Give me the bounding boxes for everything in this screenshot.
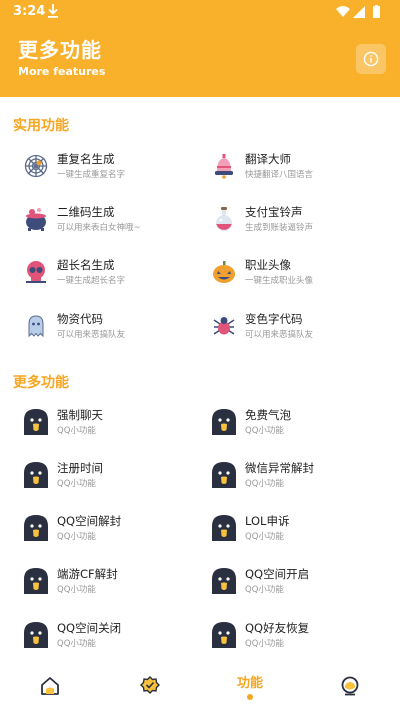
feature-register-time[interactable]: 注册时间 QQ小功能 [22, 461, 212, 501]
qq-penguin-icon [212, 515, 236, 541]
tab-features[interactable]: 功能 [200, 664, 300, 711]
qq-penguin-icon [24, 568, 48, 594]
badge-check-icon [140, 676, 160, 694]
item-subtitle: QQ小功能 [57, 426, 96, 436]
item-subtitle: QQ小功能 [245, 639, 284, 649]
item-title: 支付宝铃声 [245, 205, 303, 219]
tab-label: 功能 [236, 676, 263, 691]
item-title: 注册时间 [57, 461, 103, 475]
item-title: 变色字代码 [245, 312, 303, 326]
qq-penguin-icon [24, 462, 48, 488]
item-title: 免费气泡 [245, 408, 291, 422]
feature-cf-unban[interactable]: 端游CF解封 QQ小功能 [22, 567, 212, 607]
item-subtitle: QQ小功能 [57, 639, 96, 649]
item-subtitle: 可以用来恶搞队友 [57, 330, 126, 340]
item-subtitle: 快捷翻译八国语言 [245, 170, 314, 180]
tab-discover[interactable] [100, 664, 200, 711]
section-title-more: 更多功能 [13, 375, 69, 391]
item-title: 端游CF解封 [57, 567, 118, 581]
item-subtitle: 一键生成超长名字 [57, 276, 126, 286]
item-title: QQ空间解封 [57, 514, 122, 528]
item-title: 职业头像 [245, 258, 291, 272]
info-icon [363, 51, 379, 67]
skull-icon [26, 261, 46, 283]
item-title: 物资代码 [57, 312, 103, 326]
qq-penguin-icon [212, 462, 236, 488]
item-subtitle: 一键生成重复名字 [57, 170, 126, 180]
item-title: QQ好友恢复 [245, 621, 310, 635]
feature-qzone-unban[interactable]: QQ空间解封 QQ小功能 [22, 514, 212, 554]
battery-icon [373, 6, 380, 18]
item-title: 翻译大师 [245, 152, 291, 166]
feature-color-text-code[interactable]: 变色字代码 可以用来恶搞队友 [210, 312, 400, 352]
home-icon [41, 677, 59, 695]
item-title: QQ空间开启 [245, 567, 310, 581]
spider-web-icon [24, 154, 48, 178]
feature-lol-appeal[interactable]: LOL申诉 QQ小功能 [210, 514, 400, 554]
item-subtitle: 一键生成职业头像 [245, 276, 314, 286]
feature-item-code[interactable]: 物资代码 可以用来恶搞队友 [22, 312, 212, 352]
profile-icon [341, 676, 359, 696]
feature-force-chat[interactable]: 强制聊天 QQ小功能 [22, 408, 212, 448]
spider-icon [213, 317, 235, 335]
tab-profile[interactable] [300, 664, 400, 711]
item-subtitle: QQ小功能 [57, 585, 96, 595]
item-subtitle: QQ小功能 [245, 585, 284, 595]
feature-translate[interactable]: 翻译大师 快捷翻译八国语言 [210, 152, 400, 192]
download-icon [48, 4, 58, 18]
feature-job-avatar[interactable]: 职业头像 一键生成职业头像 [210, 258, 400, 298]
feature-repeat-name[interactable]: 重复名生成 一键生成重复名字 [22, 152, 212, 192]
active-tab-indicator [247, 694, 253, 700]
feature-alipay-ringtone[interactable]: 支付宝铃声 生成到账装逼铃声 [210, 205, 400, 245]
feature-qzone-close[interactable]: QQ空间关闭 QQ小功能 [22, 621, 212, 661]
app-header: 3:24 更多功能 More features [0, 0, 400, 97]
tab-home[interactable] [0, 664, 100, 711]
item-title: QQ空间关闭 [57, 621, 122, 635]
page-subtitle: More features [18, 65, 106, 78]
qq-penguin-icon [24, 622, 48, 648]
item-subtitle: 可以用来恶搞队友 [245, 330, 314, 340]
feature-qq-friend-restore[interactable]: QQ好友恢复 QQ小功能 [210, 621, 400, 661]
pumpkin-icon [213, 261, 235, 283]
qq-penguin-icon [212, 409, 236, 435]
item-title: 二维码生成 [57, 205, 115, 219]
item-title: 微信异常解封 [245, 461, 314, 475]
feature-qrcode[interactable]: 二维码生成 可以用来表白女神哦~ [22, 205, 212, 245]
page-title: 更多功能 [18, 38, 102, 62]
qq-penguin-icon [212, 568, 236, 594]
section-title-practical: 实用功能 [13, 118, 69, 134]
cauldron-icon [26, 208, 46, 231]
info-button[interactable] [356, 44, 386, 74]
qq-penguin-icon [24, 515, 48, 541]
ghost-icon [28, 315, 44, 338]
item-subtitle: QQ小功能 [57, 532, 96, 542]
item-subtitle: QQ小功能 [245, 532, 284, 542]
item-subtitle: 生成到账装逼铃声 [245, 223, 314, 233]
potion-icon [216, 207, 232, 231]
qq-penguin-icon [212, 622, 236, 648]
bell-icon [215, 154, 233, 179]
status-bar: 3:24 [0, 0, 400, 24]
item-title: 强制聊天 [57, 408, 103, 422]
signal-icon [353, 6, 365, 18]
item-title: 超长名生成 [57, 258, 115, 272]
status-time: 3:24 [13, 4, 46, 19]
feature-free-bubble[interactable]: 免费气泡 QQ小功能 [210, 408, 400, 448]
bottom-tab-bar: 功能 [0, 664, 400, 711]
item-subtitle: QQ小功能 [57, 479, 96, 489]
feature-qzone-open[interactable]: QQ空间开启 QQ小功能 [210, 567, 400, 607]
qq-penguin-icon [24, 409, 48, 435]
item-title: LOL申诉 [245, 514, 290, 528]
item-subtitle: QQ小功能 [245, 479, 284, 489]
item-title: 重复名生成 [57, 152, 115, 166]
feature-wechat-unban[interactable]: 微信异常解封 QQ小功能 [210, 461, 400, 501]
item-subtitle: QQ小功能 [245, 426, 284, 436]
item-subtitle: 可以用来表白女神哦~ [57, 223, 141, 233]
feature-long-name[interactable]: 超长名生成 一键生成超长名字 [22, 258, 212, 298]
status-icons [336, 5, 380, 18]
wifi-icon [336, 6, 350, 17]
